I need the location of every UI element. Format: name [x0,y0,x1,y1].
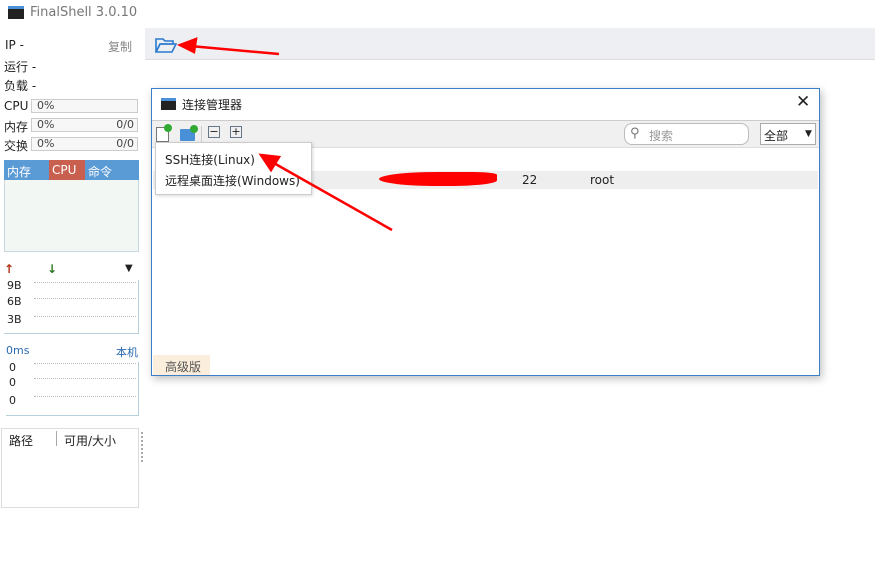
annotation-arrows [176,37,393,232]
arrow-to-folder [176,37,280,56]
arrow-to-ssh [258,153,393,232]
